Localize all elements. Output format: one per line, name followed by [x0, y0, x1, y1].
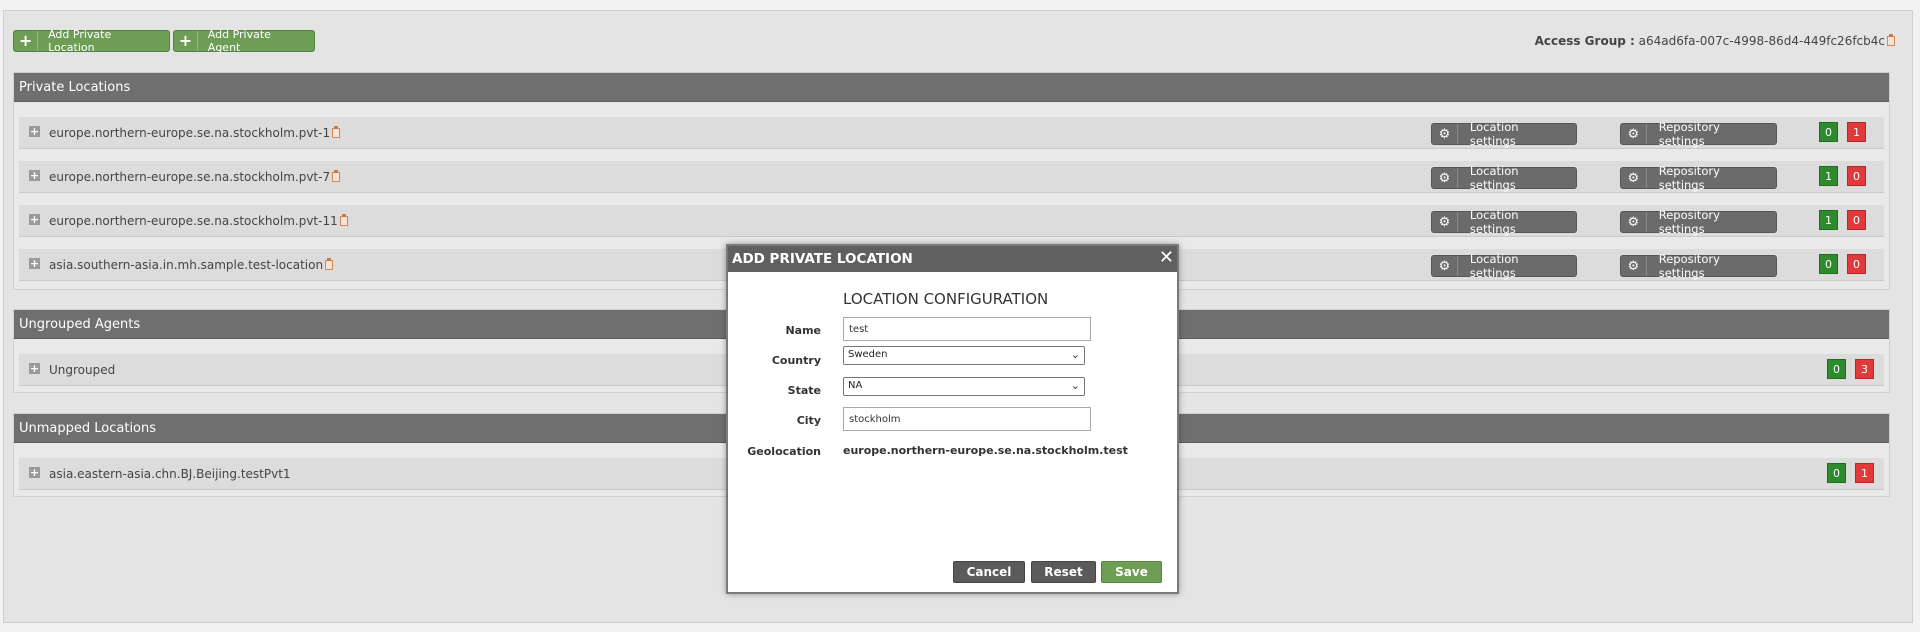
- access-group-value: a64ad6fa-007c-4998-86d4-449fc26fcb4c: [1638, 34, 1885, 48]
- active-count-badge[interactable]: 0: [1819, 254, 1838, 274]
- state-value: NA: [848, 380, 863, 391]
- access-group-label: Access Group :: [1534, 34, 1635, 48]
- close-icon[interactable]: ✕: [1159, 248, 1174, 268]
- active-count-badge[interactable]: 0: [1819, 122, 1838, 142]
- clipboard-icon[interactable]: [332, 126, 341, 138]
- access-group: Access Group : a64ad6fa-007c-4998-86d4-4…: [1535, 34, 1895, 48]
- expand-icon[interactable]: +: [29, 363, 40, 374]
- gear-icon: ⚙: [1621, 124, 1647, 144]
- gear-icon: ⚙: [1432, 212, 1458, 232]
- gear-icon: ⚙: [1432, 168, 1458, 188]
- private-locations-header: Private Locations: [14, 73, 1889, 102]
- clipboard-icon[interactable]: [1887, 34, 1895, 46]
- add-private-location-dialog: ADD PRIVATE LOCATION ✕ LOCATION CONFIGUR…: [726, 244, 1179, 594]
- add-private-agent-label: Add Private Agent: [207, 28, 271, 54]
- chevron-down-icon: ⌄: [1070, 348, 1080, 361]
- country-value: Sweden: [848, 349, 888, 360]
- name-input[interactable]: [843, 317, 1091, 341]
- gear-icon: ⚙: [1621, 256, 1647, 276]
- save-button[interactable]: Save: [1101, 561, 1162, 583]
- location-name: europe.northern-europe.se.na.stockholm.p…: [49, 170, 341, 184]
- name-label: Name: [785, 324, 821, 337]
- inactive-count-badge[interactable]: 1: [1855, 463, 1874, 483]
- location-settings-button[interactable]: ⚙ Location settings: [1431, 164, 1577, 192]
- clipboard-icon[interactable]: [339, 214, 348, 226]
- state-label: State: [787, 384, 821, 397]
- location-name: europe.northern-europe.se.na.stockholm.p…: [49, 214, 348, 228]
- location-settings-button[interactable]: ⚙ Location settings: [1431, 208, 1577, 236]
- inactive-count-badge[interactable]: 0: [1847, 210, 1866, 230]
- gear-icon: ⚙: [1432, 124, 1458, 144]
- location-row: + europe.northern-europe.se.na.stockholm…: [19, 205, 1884, 237]
- dialog-header: ADD PRIVATE LOCATION ✕: [728, 246, 1177, 272]
- inactive-count-badge[interactable]: 0: [1847, 254, 1866, 274]
- section-title: LOCATION CONFIGURATION: [843, 290, 1049, 308]
- add-private-agent-button[interactable]: + Add Private Agent: [173, 28, 315, 54]
- location-row: + europe.northern-europe.se.na.stockholm…: [19, 161, 1884, 193]
- city-input[interactable]: [843, 407, 1091, 431]
- add-private-location-label: Add Private Location: [48, 28, 112, 54]
- repository-settings-button[interactable]: ⚙ Repository settings: [1620, 208, 1777, 236]
- geolocation-value: europe.northern-europe.se.na.stockholm.t…: [843, 444, 1128, 457]
- inactive-count-badge[interactable]: 1: [1847, 122, 1866, 142]
- clipboard-icon[interactable]: [325, 258, 334, 270]
- country-select[interactable]: Sweden ⌄: [843, 346, 1085, 365]
- plus-icon: +: [14, 31, 39, 51]
- gear-icon: ⚙: [1432, 256, 1458, 276]
- reset-button[interactable]: Reset: [1031, 561, 1096, 583]
- dialog-title: ADD PRIVATE LOCATION: [732, 251, 913, 267]
- expand-icon[interactable]: +: [29, 126, 40, 137]
- active-count-badge[interactable]: 1: [1819, 166, 1838, 186]
- gear-icon: ⚙: [1621, 168, 1647, 188]
- expand-icon[interactable]: +: [29, 467, 40, 478]
- country-label: Country: [771, 354, 821, 367]
- location-row: + europe.northern-europe.se.na.stockholm…: [19, 117, 1884, 149]
- add-private-location-button[interactable]: + Add Private Location: [13, 28, 170, 54]
- inactive-count-badge[interactable]: 0: [1847, 166, 1866, 186]
- city-label: City: [796, 414, 821, 427]
- location-name: asia.eastern-asia.chn.BJ.Beijing.testPvt…: [49, 467, 291, 481]
- expand-icon[interactable]: +: [29, 214, 40, 225]
- location-name: europe.northern-europe.se.na.stockholm.p…: [49, 126, 341, 140]
- state-select[interactable]: NA ⌄: [843, 377, 1085, 396]
- clipboard-icon[interactable]: [332, 170, 341, 182]
- agent-group-name: Ungrouped: [49, 363, 116, 377]
- chevron-down-icon: ⌄: [1070, 379, 1080, 392]
- location-settings-button[interactable]: ⚙ Location settings: [1431, 252, 1577, 280]
- cancel-button[interactable]: Cancel: [953, 561, 1025, 583]
- repository-settings-button[interactable]: ⚙ Repository settings: [1620, 252, 1777, 280]
- repository-settings-button[interactable]: ⚙ Repository settings: [1620, 120, 1777, 148]
- location-name: asia.southern-asia.in.mh.sample.test-loc…: [49, 258, 334, 272]
- location-settings-button[interactable]: ⚙ Location settings: [1431, 120, 1577, 148]
- active-count-badge[interactable]: 0: [1827, 463, 1846, 483]
- expand-icon[interactable]: +: [29, 258, 40, 269]
- geolocation-label: Geolocation: [747, 445, 821, 458]
- gear-icon: ⚙: [1621, 212, 1647, 232]
- repository-settings-button[interactable]: ⚙ Repository settings: [1620, 164, 1777, 192]
- active-count-badge[interactable]: 0: [1827, 359, 1846, 379]
- expand-icon[interactable]: +: [29, 170, 40, 181]
- active-count-badge[interactable]: 1: [1819, 210, 1838, 230]
- plus-icon: +: [174, 31, 198, 51]
- inactive-count-badge[interactable]: 3: [1855, 359, 1874, 379]
